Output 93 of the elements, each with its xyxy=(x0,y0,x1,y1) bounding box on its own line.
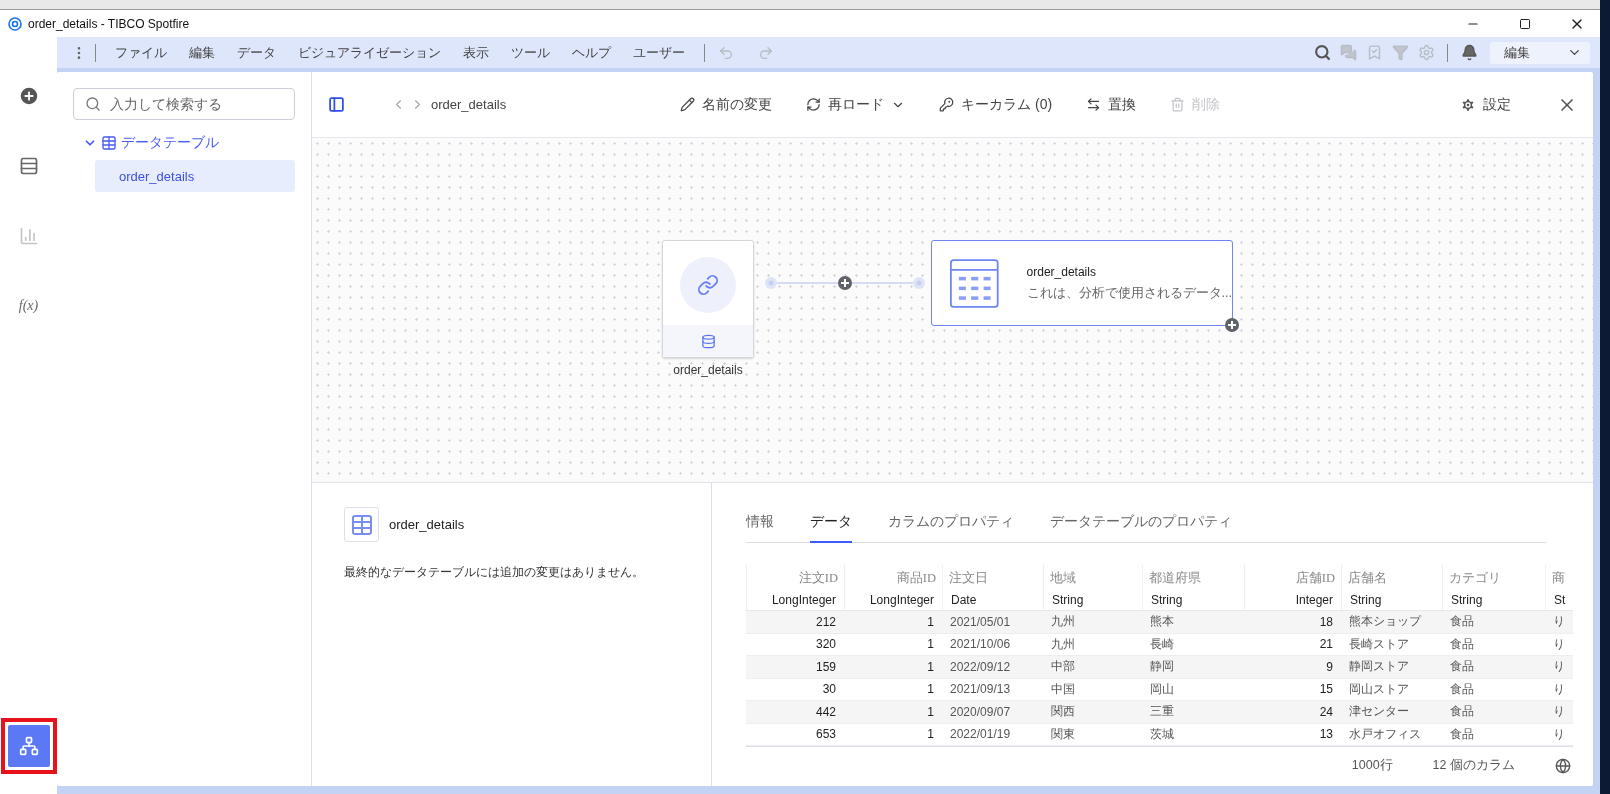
column-header[interactable]: 店舗名 xyxy=(1341,565,1442,589)
table-cell: 1 xyxy=(844,656,942,679)
row-count: 1000行 xyxy=(1351,757,1393,774)
table-cell: 熊本ショップ xyxy=(1341,611,1442,634)
table-cell: 2020/09/07 xyxy=(942,701,1043,724)
key-icon xyxy=(939,97,955,112)
column-header[interactable]: 商品ID xyxy=(844,565,942,589)
gear-icon xyxy=(1460,96,1476,113)
table-cell: 9 xyxy=(1244,656,1341,679)
menu-item[interactable]: ファイル xyxy=(104,43,178,62)
table-cell: 24 xyxy=(1244,701,1341,724)
list-icon xyxy=(18,156,39,176)
table-cell: 1 xyxy=(844,611,942,634)
key-button[interactable]: キーカラム (0) xyxy=(939,95,1053,114)
function-button[interactable]: f(x) xyxy=(7,285,50,327)
column-header[interactable]: 注文ID xyxy=(746,565,844,589)
column-header[interactable]: カテゴリ xyxy=(1442,565,1545,589)
tree-item[interactable]: order_details xyxy=(95,160,295,192)
rename-button[interactable]: 名前の変更 xyxy=(680,95,773,114)
app-logo-icon xyxy=(8,16,22,31)
swap-icon xyxy=(1086,97,1102,112)
table-cell: 静岡 xyxy=(1142,656,1244,679)
breadcrumb: order_details xyxy=(431,97,507,112)
refresh-icon xyxy=(806,97,822,112)
mode-dropdown[interactable]: 編集 xyxy=(1490,41,1590,64)
table-cell: 食品 xyxy=(1442,611,1545,634)
table-cell: 2021/05/01 xyxy=(942,611,1043,634)
column-header[interactable]: 店舗ID xyxy=(1244,565,1341,589)
database-icon xyxy=(700,333,716,349)
table-cell: 159 xyxy=(746,656,844,679)
table-cell: 442 xyxy=(746,701,844,724)
table-cell: り xyxy=(1545,701,1573,724)
search-icon xyxy=(85,96,101,112)
table-cell: り xyxy=(1545,656,1573,679)
menu-item[interactable]: 表示 xyxy=(452,43,500,62)
table-cell: 食品 xyxy=(1442,656,1545,679)
replace-button[interactable]: 置換 xyxy=(1086,95,1137,114)
table-cell: 九州 xyxy=(1043,611,1142,634)
column-count: 12 個のカラム xyxy=(1432,757,1515,774)
menu-item[interactable]: ビジュアライゼーション xyxy=(287,43,452,62)
table-node[interactable]: order_details これは、分析で使用されるデータ... xyxy=(931,240,1233,326)
node-title: order_details xyxy=(1026,264,1097,279)
table-cell: 1 xyxy=(844,701,942,724)
column-header[interactable]: 商 xyxy=(1545,565,1573,589)
add-icon xyxy=(17,85,40,107)
tab[interactable]: データテーブルのプロパティ xyxy=(1050,501,1232,543)
tree-group-label[interactable]: データテーブル xyxy=(121,134,219,152)
summary-title: order_details xyxy=(389,517,465,532)
bell-icon[interactable] xyxy=(1460,44,1478,61)
tab[interactable]: 情報 xyxy=(746,501,774,543)
table-icon xyxy=(101,135,117,151)
table-cell: 熊本 xyxy=(1142,611,1244,634)
table-cell: 静岡ストア xyxy=(1341,656,1442,679)
maximize-icon[interactable] xyxy=(1519,17,1531,30)
column-header[interactable]: 地域 xyxy=(1043,565,1142,589)
bar-chart-icon xyxy=(18,226,39,246)
table-cell: 関西 xyxy=(1043,701,1142,724)
pencil-icon xyxy=(680,97,696,112)
add-step-icon[interactable] xyxy=(1225,318,1239,332)
menu-item[interactable]: ヘルプ xyxy=(561,43,622,62)
menu-item[interactable]: データ xyxy=(226,43,287,62)
panel-toggle-icon[interactable] xyxy=(328,96,345,113)
summary-message: 最終的なデータテーブルには追加の変更はありません。 xyxy=(344,564,645,581)
add-step-icon[interactable] xyxy=(838,276,852,290)
table-cell: 食品 xyxy=(1442,701,1545,724)
tab[interactable]: カラムのプロパティ xyxy=(888,501,1014,543)
table-cell: 18 xyxy=(1244,611,1341,634)
trash-icon xyxy=(1170,97,1186,112)
search-icon[interactable] xyxy=(1313,44,1331,61)
column-header[interactable]: 注文日 xyxy=(942,565,1043,589)
window-title: order_details - TIBCO Spotfire xyxy=(28,16,191,31)
table-cell: 津センター xyxy=(1341,701,1442,724)
settings-button[interactable]: 設定 xyxy=(1460,95,1511,114)
table-icon xyxy=(344,507,379,542)
column-header[interactable]: 都道府県 xyxy=(1142,565,1244,589)
source-node[interactable] xyxy=(662,240,754,358)
node-description: これは、分析で使用されるデータ... xyxy=(1026,284,1232,302)
flow-icon xyxy=(18,736,39,756)
search-field[interactable]: 入力して検索する xyxy=(73,88,295,120)
menu-item[interactable]: 編集 xyxy=(178,43,226,62)
table-cell: 中部 xyxy=(1043,656,1142,679)
data-canvas-button[interactable] xyxy=(7,725,50,767)
link-icon xyxy=(697,274,719,296)
table-cell: 三重 xyxy=(1142,701,1244,724)
node-label: order_details xyxy=(672,363,744,377)
menu-item[interactable]: ツール xyxy=(500,43,561,62)
menu-item[interactable]: ユーザー xyxy=(622,43,696,62)
reload-button[interactable]: 再ロード xyxy=(806,95,906,114)
table-cell: 2022/09/12 xyxy=(942,656,1043,679)
globe-icon[interactable] xyxy=(1555,757,1571,774)
table-cell: り xyxy=(1545,611,1573,634)
tab[interactable]: データ xyxy=(810,501,852,543)
table-cell: 212 xyxy=(746,611,844,634)
